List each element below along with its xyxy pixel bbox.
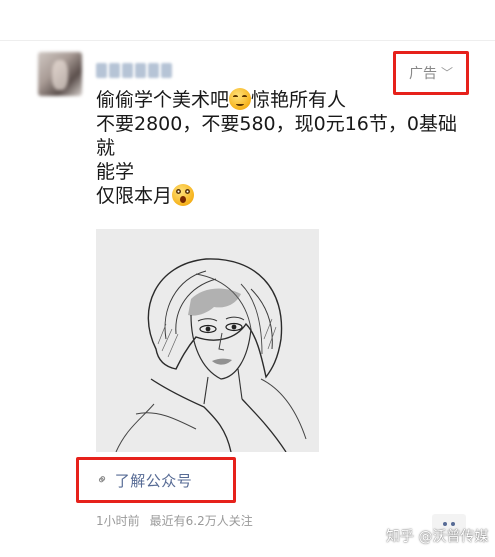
post-line: 偷偷学个美术吧 惊艳所有人 <box>96 88 456 112</box>
post-line-text: 偷偷学个美术吧 <box>96 89 230 111</box>
post-line: 能学 <box>96 161 135 183</box>
post-line-text: 仅限本月 <box>96 185 173 207</box>
link-icon: ⚭ <box>93 470 113 490</box>
post-line: 就 <box>96 137 116 159</box>
top-divider <box>0 40 495 41</box>
follower-count: 最近有6.2万人关注 <box>149 514 253 528</box>
shock-emoji-icon <box>172 184 195 206</box>
post-line: 仅限本月 <box>96 184 456 208</box>
watermark-text: 知乎 @沃普传媒 <box>386 529 489 545</box>
portrait-sketch-image[interactable] <box>96 229 319 452</box>
avatar[interactable] <box>38 52 82 96</box>
post-line-text: 惊艳所有人 <box>251 89 347 111</box>
post-line: 不要2800，不要580，现0元16节，0基础 <box>96 113 457 135</box>
account-name-blurred[interactable] <box>96 63 174 81</box>
follow-official-account-link[interactable]: ⚭ 了解公众号 <box>76 457 236 503</box>
post-time: 1小时前 <box>96 514 140 528</box>
ad-label: 广告 <box>408 66 437 82</box>
smile-emoji-icon <box>229 88 252 110</box>
chevron-down-icon: ﹀ <box>440 65 453 80</box>
link-label: 了解公众号 <box>114 471 193 490</box>
post-text: 偷偷学个美术吧 惊艳所有人 不要2800，不要580，现0元16节，0基础 就 能… <box>96 88 457 208</box>
post-meta: 1小时前 最近有6.2万人关注 <box>96 512 253 529</box>
